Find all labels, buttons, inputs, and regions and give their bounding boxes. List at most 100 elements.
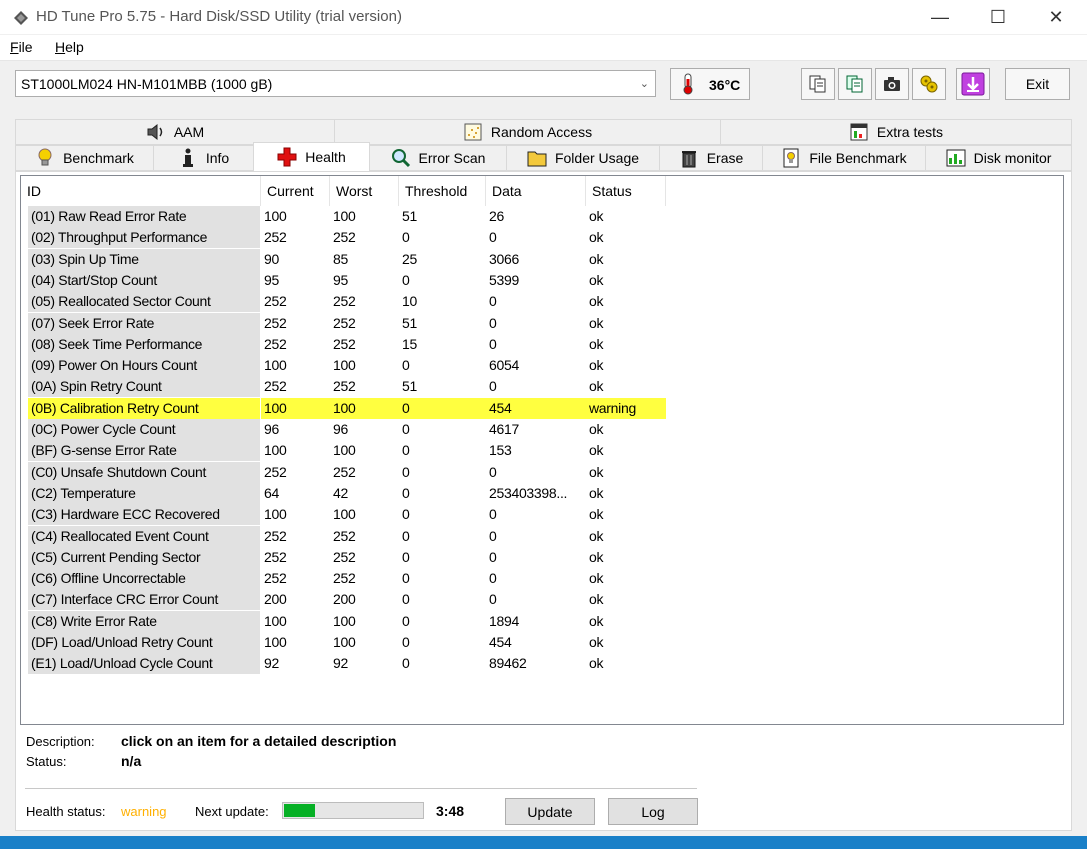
cell-status: ok	[589, 442, 604, 459]
exit-button[interactable]: Exit	[1005, 68, 1070, 100]
description-value: click on an item for a detailed descript…	[121, 733, 397, 749]
copy-all-icon	[846, 75, 863, 93]
save-button[interactable]	[956, 68, 990, 100]
cell-current: 96	[264, 421, 279, 437]
cell-worst: 92	[333, 655, 348, 672]
cell-threshold: 0	[402, 463, 410, 480]
close-button[interactable]: ✕	[1027, 0, 1085, 34]
update-button[interactable]: Update	[505, 798, 595, 825]
options-button[interactable]	[912, 68, 946, 100]
health-status-value: warning	[121, 804, 167, 819]
copy-all-button[interactable]	[838, 68, 872, 100]
tab-info[interactable]: Info	[153, 145, 254, 171]
copy-icon	[809, 75, 826, 93]
cell-current: 252	[264, 548, 287, 565]
camera-icon	[884, 77, 900, 91]
cell-status: ok	[589, 250, 604, 267]
header-id[interactable]: ID	[21, 176, 261, 206]
tab-folder-usage[interactable]: Folder Usage	[506, 145, 660, 171]
tab-erase[interactable]: Erase	[659, 145, 763, 171]
menu-help[interactable]: Help	[55, 39, 84, 55]
smart-attributes-table[interactable]: ID Current Worst Threshold Data Status (…	[20, 175, 1064, 725]
desktop-taskbar-edge	[0, 836, 1087, 849]
status-label: Status:	[26, 754, 67, 769]
options-tools-icon	[920, 75, 938, 93]
cell-threshold: 0	[402, 548, 410, 565]
copy-info-button[interactable]	[801, 68, 835, 100]
cell-id: (04) Start/Stop Count	[28, 269, 260, 291]
health-status-label: Health status:	[26, 804, 106, 819]
header-worst[interactable]: Worst	[330, 176, 399, 206]
cell-status: ok	[589, 484, 604, 501]
cell-data: 0	[489, 570, 497, 587]
cell-id: (C0) Unsafe Shutdown Count	[28, 461, 260, 483]
cell-id: (05) Reallocated Sector Count	[28, 291, 260, 313]
cell-id: (0C) Power Cycle Count	[28, 419, 260, 440]
cell-status: ok	[589, 548, 604, 565]
cell-threshold: 0	[402, 421, 410, 437]
cell-threshold: 25	[402, 250, 417, 267]
cell-worst: 100	[333, 357, 356, 374]
cell-status: ok	[589, 506, 604, 523]
cell-threshold: 15	[402, 335, 417, 352]
cell-threshold: 51	[402, 378, 417, 395]
cell-current: 100	[264, 612, 287, 629]
cell-data: 0	[489, 506, 497, 523]
header-status[interactable]: Status	[586, 176, 666, 206]
cell-current: 252	[264, 570, 287, 587]
tab-label: Info	[205, 150, 230, 166]
cell-id: (BF) G-sense Error Rate	[28, 440, 260, 462]
cell-worst: 100	[333, 634, 356, 650]
cell-worst: 252	[333, 335, 356, 352]
cell-current: 100	[264, 442, 287, 459]
cell-current: 200	[264, 591, 287, 608]
cell-current: 252	[264, 293, 287, 310]
tab-file-benchmark[interactable]: File Benchmark	[762, 145, 926, 171]
cell-current: 252	[264, 527, 287, 544]
tab-error-scan[interactable]: Error Scan	[369, 145, 507, 171]
cell-status: ok	[589, 314, 604, 331]
header-data[interactable]: Data	[486, 176, 586, 206]
cell-current: 252	[264, 463, 287, 480]
status-value: n/a	[121, 753, 142, 769]
header-threshold[interactable]: Threshold	[399, 176, 486, 206]
cell-status: ok	[589, 591, 604, 608]
cell-threshold: 0	[402, 612, 410, 629]
cell-data: 153	[489, 442, 512, 459]
download-arrow-icon	[961, 72, 985, 96]
cell-current: 100	[264, 506, 287, 523]
menu-bar: File Help	[0, 35, 1087, 61]
cell-data: 0	[489, 463, 497, 480]
cell-id: (C4) Reallocated Event Count	[28, 525, 260, 547]
tab-random-access[interactable]: Random Access	[334, 119, 721, 145]
tab-disk-monitor[interactable]: Disk monitor	[925, 145, 1072, 171]
tab-benchmark[interactable]: Benchmark	[15, 145, 154, 171]
cell-status: ok	[589, 208, 604, 224]
tab-health[interactable]: Health	[253, 142, 370, 171]
cell-worst: 42	[333, 484, 348, 501]
cell-worst: 100	[330, 397, 399, 419]
cell-worst: 252	[333, 293, 356, 310]
log-button[interactable]: Log	[608, 798, 698, 825]
drive-select[interactable]: ST1000LM024 HN-M101MBB (1000 gB) ⌄	[15, 70, 656, 97]
cell-threshold: 51	[402, 208, 417, 224]
cell-status: ok	[589, 378, 604, 395]
folder-icon	[527, 148, 547, 168]
screenshot-button[interactable]	[875, 68, 909, 100]
menu-file[interactable]: File	[10, 39, 33, 55]
cell-current: 90	[264, 250, 279, 267]
cell-worst: 252	[333, 463, 356, 480]
cell-current: 95	[264, 271, 279, 288]
header-current[interactable]: Current	[261, 176, 330, 206]
cell-status: ok	[589, 293, 604, 310]
cell-data: 3066	[489, 250, 519, 267]
cell-threshold: 0	[402, 484, 410, 501]
tab-label: Health	[305, 149, 346, 165]
cell-id: (C7) Interface CRC Error Count	[28, 589, 260, 611]
tab-extra-tests[interactable]: Extra tests	[720, 119, 1072, 145]
maximize-button[interactable]: ☐	[969, 0, 1027, 34]
disk-monitor-icon	[946, 148, 966, 168]
window-title: HD Tune Pro 5.75 - Hard Disk/SSD Utility…	[36, 8, 402, 25]
minimize-button[interactable]: —	[911, 0, 969, 34]
cell-current: 252	[264, 378, 287, 395]
